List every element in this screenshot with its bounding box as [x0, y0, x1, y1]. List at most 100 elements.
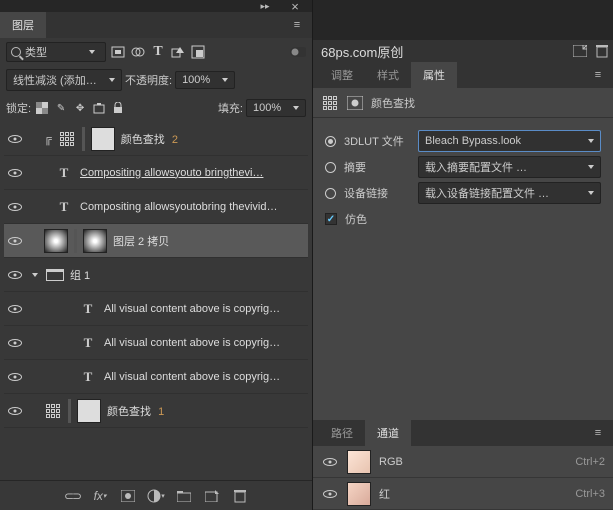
panel-menu-icon[interactable]: ≡	[587, 65, 609, 85]
filter-toggle[interactable]	[290, 44, 306, 60]
layer-row[interactable]: ╔ 颜色查找 2	[4, 122, 308, 156]
channel-row[interactable]: RGB Ctrl+2	[313, 446, 613, 478]
layers-tab-bar: 图层 ≡	[0, 12, 312, 38]
tab-channels[interactable]: 通道	[365, 420, 411, 446]
visibility-toggle[interactable]	[6, 198, 24, 216]
visibility-toggle[interactable]	[6, 334, 24, 352]
tab-paths[interactable]: 路径	[319, 420, 365, 446]
clip-icon: ╔	[44, 133, 52, 145]
layer-row[interactable]: 组 1	[4, 258, 308, 292]
radio-3dlut[interactable]	[325, 136, 336, 147]
new-layer-icon[interactable]	[203, 487, 221, 505]
mask-thumb[interactable]	[74, 229, 77, 253]
layer-name[interactable]: All visual content above is copyrig…	[104, 303, 306, 315]
filter-select[interactable]	[6, 42, 106, 62]
layer-name[interactable]: Compositing allowsyoutobring thevivid…	[80, 201, 306, 213]
trash-icon[interactable]	[591, 41, 613, 61]
mask-thumb[interactable]	[82, 127, 85, 151]
layer-row[interactable]: T Compositing allowsyouto bringthevi…	[4, 156, 308, 190]
fx-icon[interactable]: fx▾	[91, 487, 109, 505]
lock-label: 锁定:	[6, 100, 31, 116]
filter-smart-icon[interactable]	[190, 44, 206, 60]
lock-paint-icon[interactable]: ✎	[53, 100, 69, 116]
tab-properties[interactable]: 属性	[411, 62, 457, 88]
doc-header: 68ps.com原创	[313, 40, 613, 62]
adjustment-icon[interactable]: ▾	[147, 487, 165, 505]
folder-icon	[46, 269, 64, 281]
visibility-toggle[interactable]	[321, 485, 339, 503]
abstract-select[interactable]: 载入摘要配置文件 …	[418, 156, 601, 178]
lock-position-icon[interactable]: ✥	[72, 100, 88, 116]
panel-menu-icon[interactable]: ≡	[587, 423, 609, 443]
layer-name[interactable]: 颜色查找 1	[107, 403, 306, 419]
chan-tabs: 路径 通道 ≡	[313, 420, 613, 446]
layer-name[interactable]: 颜色查找 2	[121, 131, 306, 147]
type-icon: T	[78, 369, 98, 385]
visibility-toggle[interactable]	[6, 232, 24, 250]
layer-thumb[interactable]	[77, 399, 101, 423]
layer-name[interactable]: 组 1	[70, 267, 306, 283]
channel-row[interactable]: 红 Ctrl+3	[313, 478, 613, 510]
visibility-toggle[interactable]	[6, 300, 24, 318]
filter-adjust-icon[interactable]	[130, 44, 146, 60]
mask-thumb[interactable]	[68, 399, 71, 423]
visibility-toggle[interactable]	[6, 130, 24, 148]
layers-list: ╔ 颜色查找 2 T Compositing allowsyouto bring…	[4, 122, 308, 480]
filter-type-icon[interactable]: T	[150, 44, 166, 60]
mask-thumb[interactable]	[83, 229, 107, 253]
panel-menu-icon[interactable]: ≡	[286, 15, 308, 35]
channel-name: RGB	[379, 456, 403, 468]
opacity-select[interactable]: 100%	[175, 71, 235, 89]
fill-select[interactable]: 100%	[246, 99, 306, 117]
tab-layers[interactable]: 图层	[0, 12, 46, 38]
link-icon[interactable]: ⊂⊃	[63, 487, 81, 505]
prop-row-abstract: 摘要 载入摘要配置文件 …	[313, 154, 613, 180]
visibility-toggle[interactable]	[321, 453, 339, 471]
visibility-toggle[interactable]	[6, 266, 24, 284]
layer-row[interactable]: T Compositing allowsyoutobring thevivid…	[4, 190, 308, 224]
blend-row: 线性减淡 (添加… 不透明度: 100%	[0, 66, 312, 94]
grid-icon	[321, 94, 339, 112]
prop-tabs: 调整 样式 属性 ≡	[313, 62, 613, 88]
layer-name[interactable]: Compositing allowsyouto bringthevi…	[80, 167, 306, 179]
filter-pixel-icon[interactable]	[110, 44, 126, 60]
trash-icon[interactable]	[231, 487, 249, 505]
dither-checkbox[interactable]	[325, 213, 337, 225]
visibility-toggle[interactable]	[6, 368, 24, 386]
blend-mode-select[interactable]: 线性减淡 (添加…	[6, 69, 122, 91]
expand-icon[interactable]	[569, 41, 591, 61]
tab-style[interactable]: 样式	[365, 62, 411, 88]
mask-icon[interactable]	[119, 487, 137, 505]
layer-thumb[interactable]	[44, 229, 68, 253]
layer-row[interactable]: T All visual content above is copyrig…	[4, 326, 308, 360]
group-icon[interactable]	[175, 487, 193, 505]
layers-footer: ⊂⊃ fx▾ ▾	[0, 480, 312, 510]
layer-name[interactable]: All visual content above is copyrig…	[104, 371, 306, 383]
canvas-area	[313, 0, 613, 40]
lock-all-icon[interactable]	[110, 100, 126, 116]
prop-label: 摘要	[344, 159, 410, 175]
radio-device[interactable]	[325, 188, 336, 199]
layer-row[interactable]: 颜色查找 1	[4, 394, 308, 428]
lock-transparent-icon[interactable]	[34, 100, 50, 116]
fill-label: 填充:	[218, 100, 243, 116]
layer-name[interactable]: All visual content above is copyrig…	[104, 337, 306, 349]
filter-input[interactable]	[25, 46, 85, 58]
visibility-toggle[interactable]	[6, 402, 24, 420]
lut-select[interactable]: Bleach Bypass.look	[418, 130, 601, 152]
layer-row[interactable]: T All visual content above is copyrig…	[4, 292, 308, 326]
device-select[interactable]: 载入设备链接配置文件 …	[418, 182, 601, 204]
visibility-toggle[interactable]	[6, 164, 24, 182]
radio-abstract[interactable]	[325, 162, 336, 173]
type-icon: T	[54, 199, 74, 215]
filter-shape-icon[interactable]	[170, 44, 186, 60]
layer-row[interactable]: 图层 2 拷贝	[4, 224, 308, 258]
layer-row[interactable]: T All visual content above is copyrig…	[4, 360, 308, 394]
expand-icon[interactable]	[32, 273, 38, 277]
layer-name[interactable]: 图层 2 拷贝	[113, 233, 306, 249]
prop-label: 3DLUT 文件	[344, 133, 410, 149]
layer-thumb[interactable]	[91, 127, 115, 151]
lock-artboard-icon[interactable]	[91, 100, 107, 116]
tab-adjust[interactable]: 调整	[319, 62, 365, 88]
prop-label: 仿色	[345, 211, 367, 227]
